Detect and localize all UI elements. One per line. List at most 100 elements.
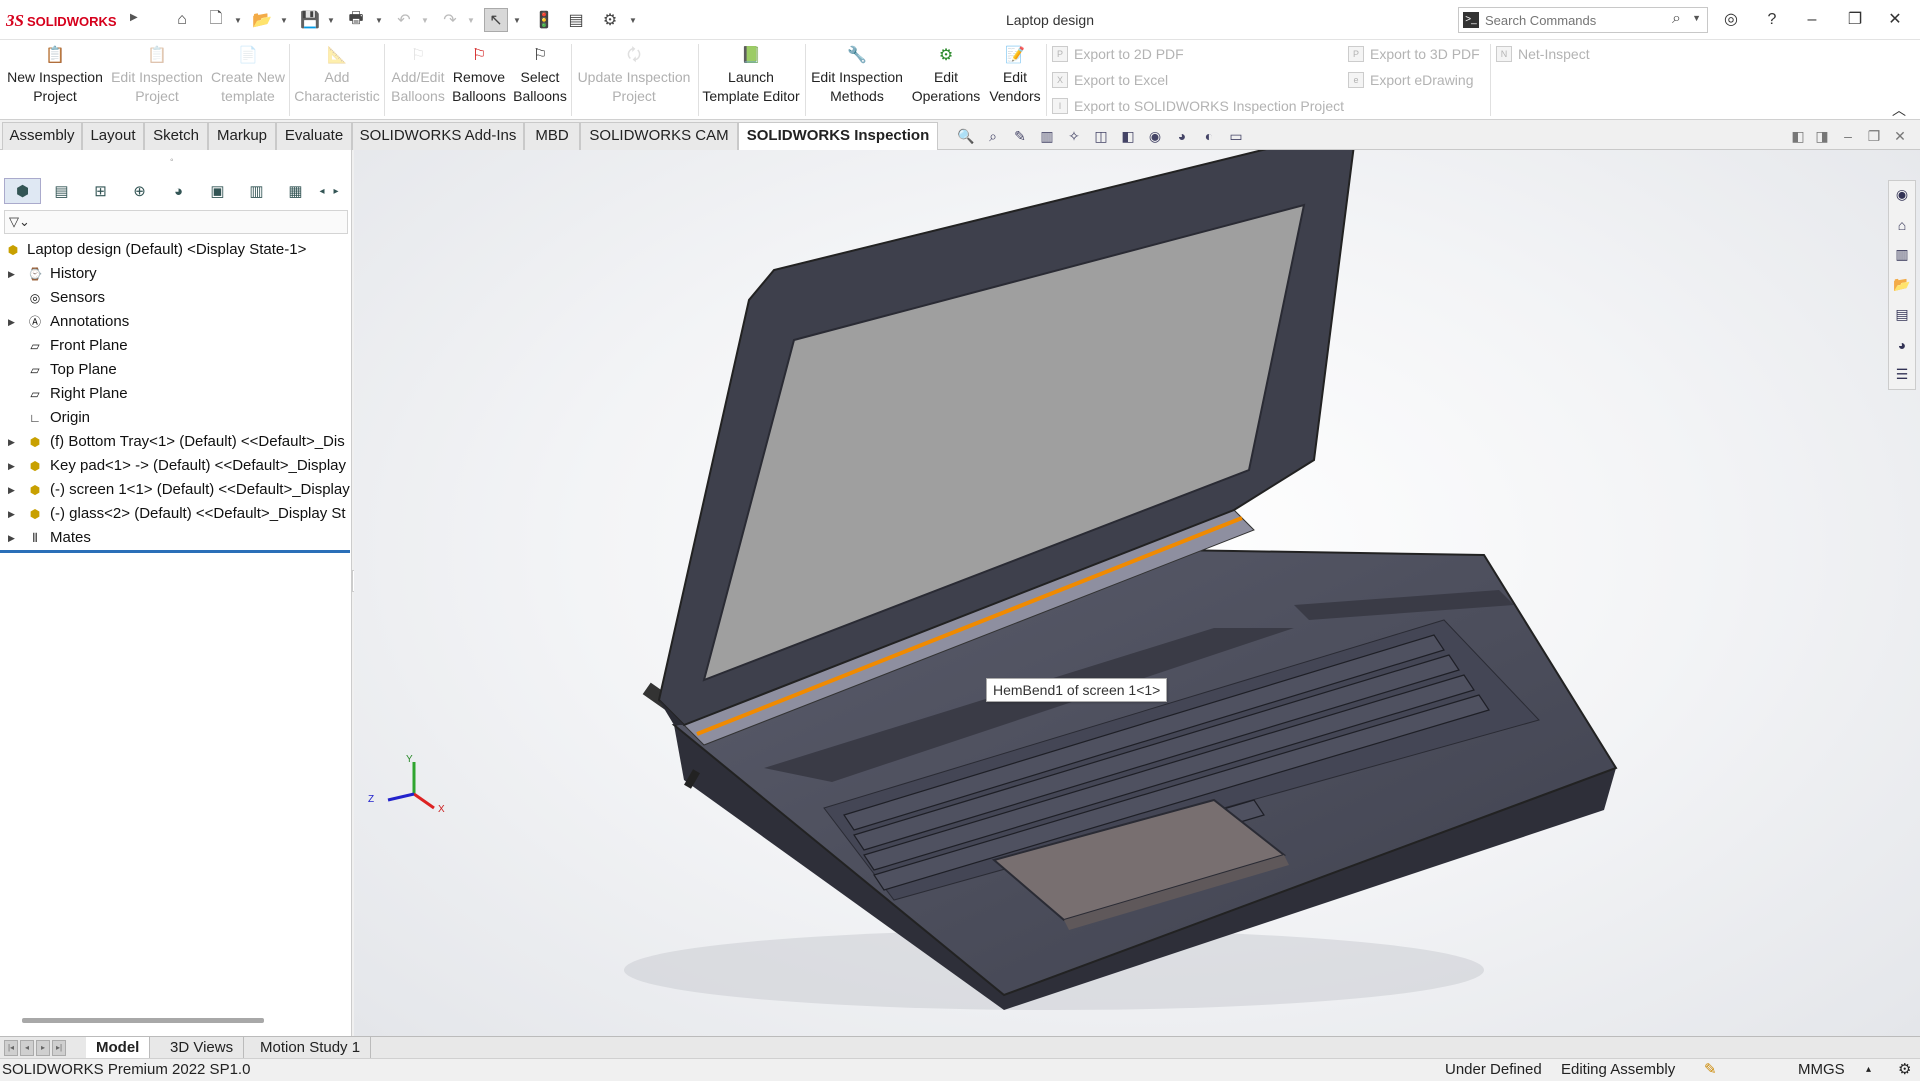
view-palette-icon[interactable]: ▤ — [1891, 303, 1913, 326]
search-icon[interactable]: ⌕ — [1672, 10, 1681, 28]
view-settings-icon[interactable]: ▭ — [1225, 126, 1247, 146]
pane-drag-handle[interactable]: ◦ — [170, 155, 174, 166]
rebuild-status-icon[interactable]: ✎ — [1704, 1059, 1717, 1081]
restore-icon[interactable]: ❐ — [1840, 8, 1870, 32]
tree-root-item[interactable]: ⬢ Laptop design (Default) <Display State… — [0, 238, 350, 262]
tree-filter[interactable]: ▽⌄ — [4, 210, 348, 234]
tab-evaluate[interactable]: Evaluate — [276, 122, 352, 150]
tree-item-annotations[interactable]: ▶ Ⓐ Annotations — [0, 310, 350, 334]
zoom-to-fit-icon[interactable]: 🔍 — [955, 126, 977, 146]
update-inspection-project-button[interactable]: 🗘 Update Inspection Project — [574, 44, 694, 116]
tree-item-mates[interactable]: ▶ ⦀ Mates — [0, 526, 350, 550]
create-new-template-button[interactable]: 📄 Create New template — [208, 44, 288, 116]
open-dropdown-icon[interactable]: ▼ — [279, 8, 289, 32]
appearances-icon[interactable]: ◕ — [1891, 333, 1913, 356]
select-cursor-icon[interactable]: ↖ — [484, 8, 508, 32]
tree-item-history[interactable]: ▶ ⌚ History — [0, 262, 350, 286]
dimxpert-manager-tab-icon[interactable]: ⊕ — [121, 178, 158, 204]
new-dropdown-icon[interactable]: ▼ — [233, 8, 243, 32]
expand-icon[interactable]: ▶ — [8, 502, 15, 526]
tree-item-top-plane[interactable]: ▱ Top Plane — [0, 358, 350, 382]
launch-template-editor-button[interactable]: 📗 Launch Template Editor — [701, 44, 801, 116]
tab-model[interactable]: Model — [86, 1037, 151, 1059]
tab-assembly[interactable]: Assembly — [2, 122, 82, 150]
home-icon[interactable]: ⌂ — [170, 8, 194, 32]
tab-solidworks-cam[interactable]: SOLIDWORKS CAM — [580, 122, 738, 150]
tree-item-key-pad[interactable]: ▶ ⬢ Key pad<1> -> (Default) <<Default>_D… — [0, 454, 350, 478]
viewport-close-icon[interactable]: ✕ — [1890, 128, 1910, 145]
tab-motion-study[interactable]: Motion Study 1 — [250, 1037, 372, 1059]
account-icon[interactable]: ◎ — [1716, 8, 1746, 32]
undo-icon[interactable]: ↶ — [392, 8, 416, 32]
cam-tools-tab-icon[interactable]: ▦ — [277, 178, 314, 204]
close-icon[interactable]: ✕ — [1880, 8, 1910, 32]
collapse-ribbon-icon[interactable]: ︿ — [1892, 100, 1906, 120]
save-dropdown-icon[interactable]: ▼ — [326, 8, 336, 32]
expand-icon[interactable]: ▶ — [8, 454, 15, 478]
tab-layout[interactable]: Layout — [82, 122, 144, 150]
hide-show-items-icon[interactable]: ◉ — [1144, 126, 1166, 146]
apply-scene-icon[interactable]: ◐ — [1198, 126, 1220, 146]
graphics-area[interactable]: Y X Z — [354, 150, 1920, 1036]
minimize-icon[interactable]: – — [1797, 8, 1827, 32]
scroll-left-icon[interactable]: ◂ — [316, 178, 328, 204]
tab-mbd[interactable]: MBD — [524, 122, 580, 150]
dynamic-annotation-icon[interactable]: ✧ — [1063, 126, 1085, 146]
expand-icon[interactable]: ▶ — [8, 262, 15, 286]
export-edrawing-button[interactable]: e Export eDrawing — [1348, 69, 1474, 91]
remove-balloons-button[interactable]: ⚐ Remove Balloons — [450, 44, 508, 116]
file-properties-icon[interactable]: ▤ — [564, 8, 588, 32]
export-2d-pdf-button[interactable]: P Export to 2D PDF — [1052, 43, 1184, 65]
tree-item-sensors[interactable]: ◎ Sensors — [0, 286, 350, 310]
edit-inspection-methods-button[interactable]: 🔧 Edit Inspection Methods — [808, 44, 906, 116]
prev-tab-icon[interactable]: ◂ — [20, 1040, 34, 1056]
redo-dropdown-icon[interactable]: ▼ — [466, 8, 476, 32]
home-icon[interactable]: ⌂ — [1891, 213, 1913, 236]
edit-appearance-icon[interactable]: ◕ — [1171, 126, 1193, 146]
export-3d-pdf-button[interactable]: P Export to 3D PDF — [1348, 43, 1480, 65]
expand-icon[interactable]: ▶ — [8, 430, 15, 454]
viewport-tile-right-icon[interactable]: ◨ — [1812, 128, 1832, 145]
search-dropdown-icon[interactable]: ▼ — [1692, 13, 1701, 23]
tree-item-origin[interactable]: ∟ Origin — [0, 406, 350, 430]
tab-markup[interactable]: Markup — [208, 122, 276, 150]
expand-icon[interactable]: ▶ — [8, 478, 15, 502]
laptop-model[interactable] — [354, 150, 1920, 1036]
expand-icon[interactable]: ▶ — [8, 310, 15, 334]
last-tab-icon[interactable]: ▸| — [52, 1040, 66, 1056]
redo-icon[interactable]: ↷ — [438, 8, 462, 32]
tree-item-right-plane[interactable]: ▱ Right Plane — [0, 382, 350, 406]
tree-rollback-bar[interactable] — [0, 550, 350, 553]
select-dropdown-icon[interactable]: ▼ — [512, 8, 522, 32]
edit-operations-button[interactable]: ⚙ Edit Operations — [908, 44, 984, 116]
edit-vendors-button[interactable]: 📝 Edit Vendors — [986, 44, 1044, 116]
unit-system[interactable]: MMGS — [1798, 1059, 1845, 1081]
viewport-restore-icon[interactable]: ❐ — [1864, 128, 1884, 145]
options-gear-icon[interactable]: ⚙ — [598, 8, 622, 32]
section-view-icon[interactable]: ▥ — [1036, 126, 1058, 146]
view-orientation-icon[interactable]: ◫ — [1090, 126, 1112, 146]
solidworks-resources-icon[interactable]: ◉ — [1891, 183, 1913, 206]
search-commands[interactable]: >_ ⌕ ▼ — [1458, 7, 1708, 33]
new-inspection-project-button[interactable]: 📋 New Inspection Project — [4, 44, 106, 116]
viewport-minimize-icon[interactable]: – — [1838, 128, 1858, 144]
new-document-icon[interactable]: 🗋 — [204, 8, 228, 32]
zoom-to-area-icon[interactable]: ⌕ — [982, 126, 1004, 146]
scroll-right-icon[interactable]: ▸ — [330, 178, 342, 204]
menu-expand-icon[interactable]: ▶ — [130, 12, 138, 23]
design-library-icon[interactable]: ▥ — [1891, 243, 1913, 266]
save-icon[interactable]: 💾 — [298, 8, 322, 32]
select-balloons-button[interactable]: ⚐ Select Balloons — [512, 44, 568, 116]
cam-operation-tree-tab-icon[interactable]: ▥ — [238, 178, 275, 204]
tab-solidworks-add-ins[interactable]: SOLIDWORKS Add-Ins — [352, 122, 524, 150]
add-characteristic-button[interactable]: 📐 Add Characteristic — [292, 44, 382, 116]
tree-item-glass[interactable]: ▶ ⬢ (-) glass<2> (Default) <<Default>_Di… — [0, 502, 350, 526]
edit-inspection-project-button[interactable]: 📋 Edit Inspection Project — [108, 44, 206, 116]
first-tab-icon[interactable]: |◂ — [4, 1040, 18, 1056]
feature-manager-tab-icon[interactable]: ⬢ — [4, 178, 41, 204]
file-explorer-icon[interactable]: 📂 — [1891, 273, 1913, 296]
solidworks-logo[interactable]: 3S SOLIDWORKS — [6, 11, 117, 31]
tab-solidworks-inspection[interactable]: SOLIDWORKS Inspection — [738, 122, 938, 150]
display-style-icon[interactable]: ◧ — [1117, 126, 1139, 146]
tree-horizontal-scrollbar[interactable] — [22, 1018, 264, 1023]
